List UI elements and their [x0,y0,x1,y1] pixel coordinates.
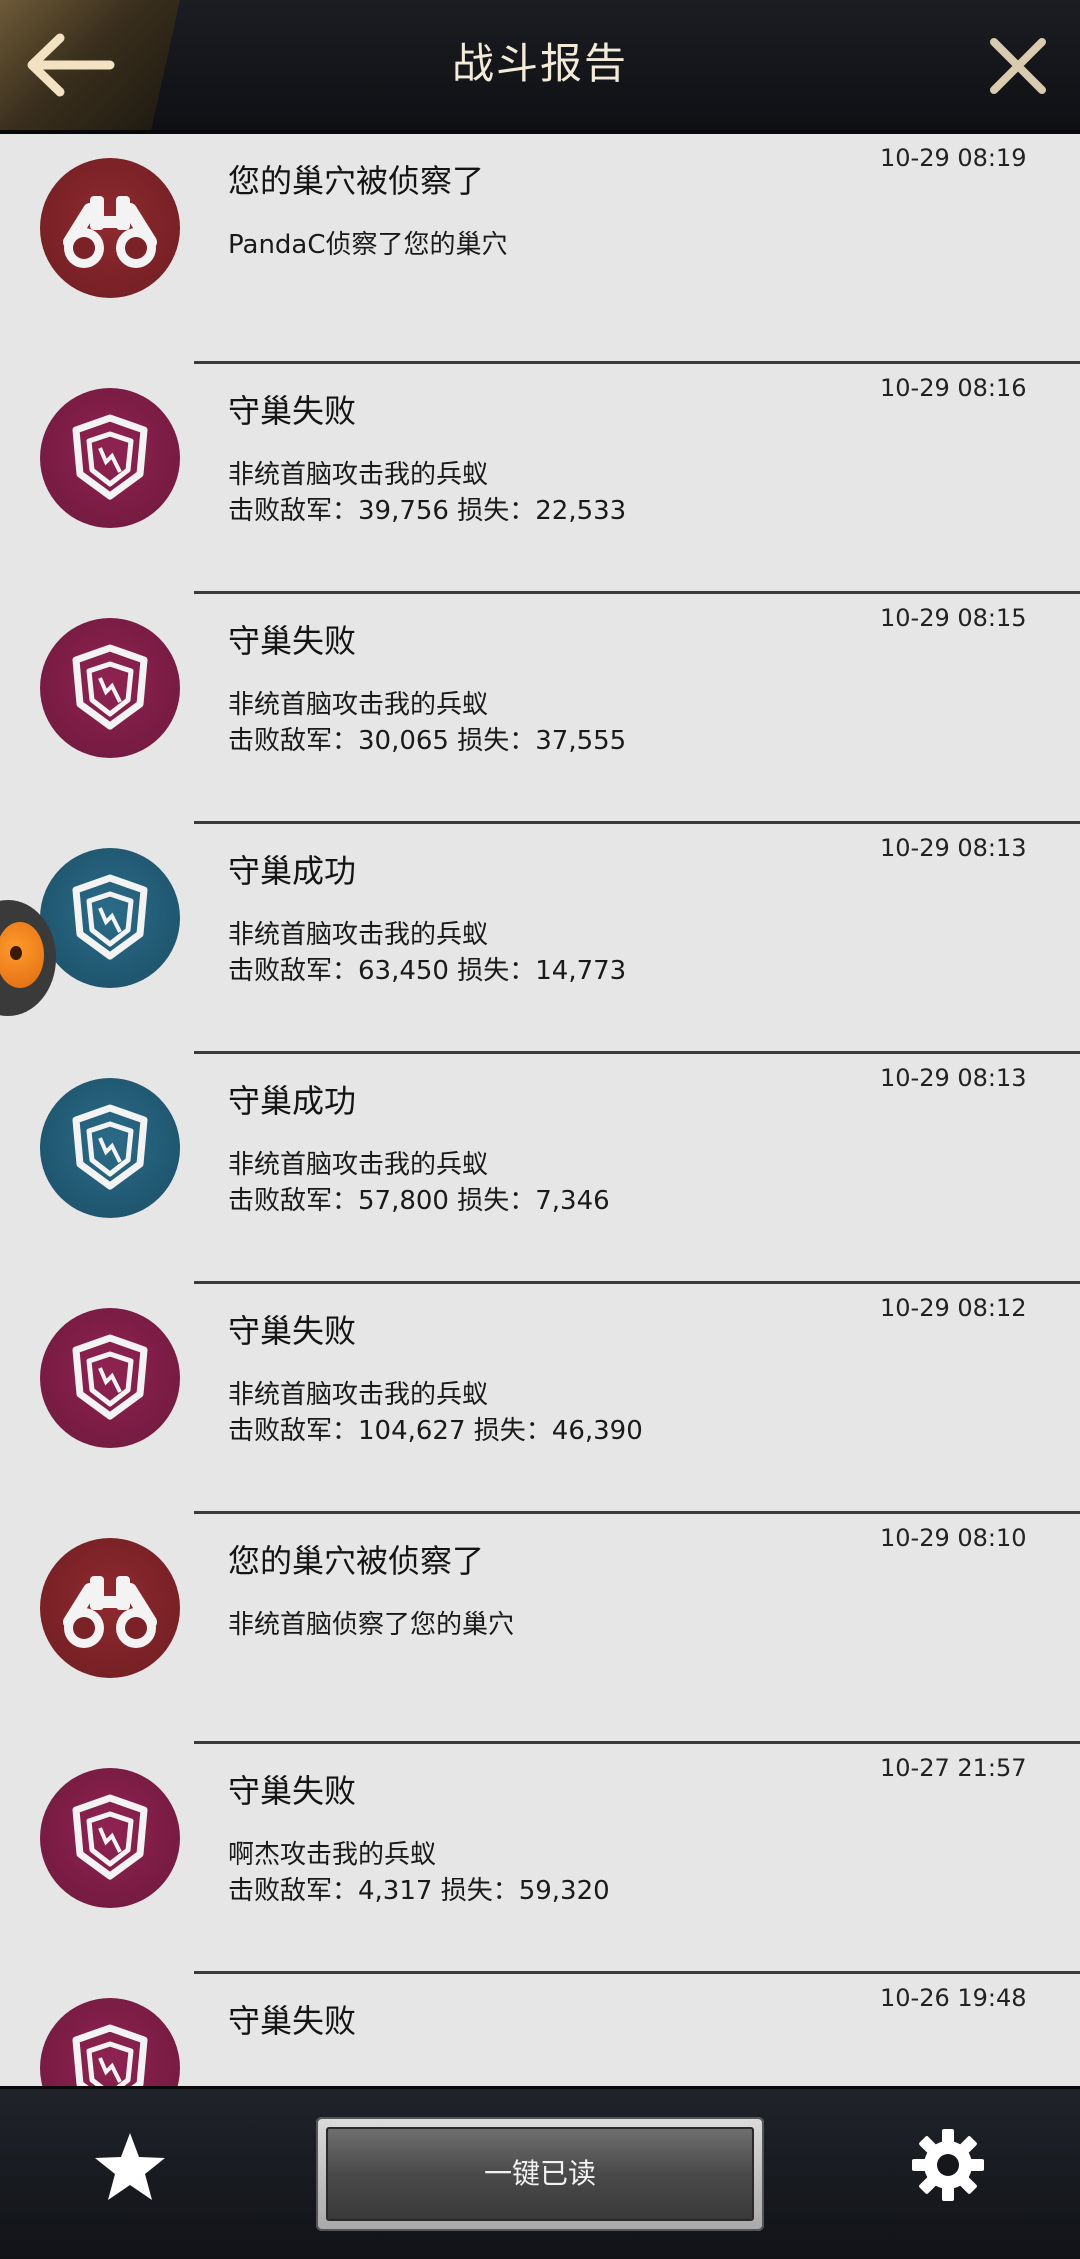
report-time: 10-27 21:57 [880,1754,1027,1782]
report-row[interactable]: 您的巢穴被侦察了 10-29 08:10 非统首脑侦察了您的巢穴 [0,1514,1080,1744]
report-title: 守巢失败 [228,622,357,660]
report-row[interactable]: 守巢失败 10-29 08:12 非统首脑攻击我的兵蚁 击败敌军：104,627… [0,1284,1080,1514]
report-row[interactable]: 守巢失败 10-27 21:57 啊杰攻击我的兵蚁 击败敌军：4,317 损失：… [0,1744,1080,1974]
report-title: 守巢失败 [228,1772,357,1810]
read-all-label: 一键已读 [326,2127,754,2221]
binoculars-icon [63,196,157,268]
report-stats: 击败敌军：4,317 损失：59,320 [228,1876,610,1906]
report-title: 守巢成功 [228,852,357,890]
shield-icon [72,1334,148,1420]
report-time: 10-29 08:10 [880,1524,1027,1552]
report-row[interactable]: 守巢失败 10-29 08:15 非统首脑攻击我的兵蚁 击败敌军：30,065 … [0,594,1080,824]
shield-icon [72,1104,148,1190]
report-stats: 击败敌军：63,450 损失：14,773 [228,956,627,986]
read-all-button[interactable]: 一键已读 [316,2117,764,2231]
star-icon[interactable] [92,2129,168,2205]
shield-icon [72,644,148,730]
close-button[interactable] [986,34,1050,98]
report-title: 守巢失败 [228,392,357,430]
bottom-bar: 一键已读 [0,2086,1080,2259]
report-detail: 非统首脑侦察了您的巢穴 [228,1610,515,1640]
report-title: 您的巢穴被侦察了 [228,1542,485,1580]
report-detail: 非统首脑攻击我的兵蚁 [228,1150,489,1180]
report-title: 守巢失败 [228,2002,357,2040]
report-time: 10-29 08:19 [880,144,1027,172]
report-row[interactable]: 守巢失败 10-29 08:16 非统首脑攻击我的兵蚁 击败敌军：39,756 … [0,364,1080,594]
report-row[interactable]: 守巢成功 10-29 08:13 非统首脑攻击我的兵蚁 击败敌军：57,800 … [0,1054,1080,1284]
header-bar: 战斗报告 [0,0,1080,134]
report-detail: 非统首脑攻击我的兵蚁 [228,460,489,490]
report-type-avatar [40,1308,180,1448]
shield-icon [72,2024,148,2086]
mascot-icon [0,922,44,988]
shield-icon [72,414,148,500]
report-list[interactable]: 您的巢穴被侦察了 10-29 08:19 PandaC侦察了您的巢穴 守巢失败 … [0,134,1080,2086]
report-time: 10-26 19:48 [880,1984,1027,2012]
report-row[interactable]: 您的巢穴被侦察了 10-29 08:19 PandaC侦察了您的巢穴 [0,134,1080,364]
report-type-avatar [40,388,180,528]
report-detail: 啊杰攻击我的兵蚁 [228,1840,437,1870]
report-type-avatar [40,158,180,298]
binoculars-icon [63,1576,157,1648]
report-row[interactable]: 守巢成功 10-29 08:13 非统首脑攻击我的兵蚁 击败敌军：63,450 … [0,824,1080,1054]
shield-icon [72,1794,148,1880]
report-type-avatar [40,1538,180,1678]
close-icon [990,38,1046,94]
report-title: 守巢失败 [228,1312,357,1350]
report-type-avatar [40,848,180,988]
report-time: 10-29 08:13 [880,1064,1027,1092]
report-type-avatar [40,1078,180,1218]
report-time: 10-29 08:15 [880,604,1027,632]
report-stats: 击败敌军：39,756 损失：22,533 [228,496,627,526]
report-title: 守巢成功 [228,1082,357,1120]
report-time: 10-29 08:12 [880,1294,1027,1322]
page-title: 战斗报告 [451,39,628,88]
report-type-avatar [40,1768,180,1908]
shield-icon [72,874,148,960]
report-stats: 击败敌军：57,800 损失：7,346 [228,1186,610,1216]
report-detail: 非统首脑攻击我的兵蚁 [228,690,489,720]
report-stats: 击败敌军：104,627 损失：46,390 [228,1416,643,1446]
gear-icon[interactable] [910,2127,986,2203]
report-detail: PandaC侦察了您的巢穴 [228,230,508,260]
report-time: 10-29 08:13 [880,834,1027,862]
report-type-avatar [40,618,180,758]
report-row[interactable]: 守巢失败 10-26 19:48 [0,1974,1080,2086]
report-detail: 非统首脑攻击我的兵蚁 [228,920,489,950]
report-type-avatar [40,1998,180,2086]
report-stats: 击败敌军：30,065 损失：37,555 [228,726,627,756]
report-title: 您的巢穴被侦察了 [228,162,485,200]
report-detail: 非统首脑攻击我的兵蚁 [228,1380,489,1410]
report-time: 10-29 08:16 [880,374,1027,402]
